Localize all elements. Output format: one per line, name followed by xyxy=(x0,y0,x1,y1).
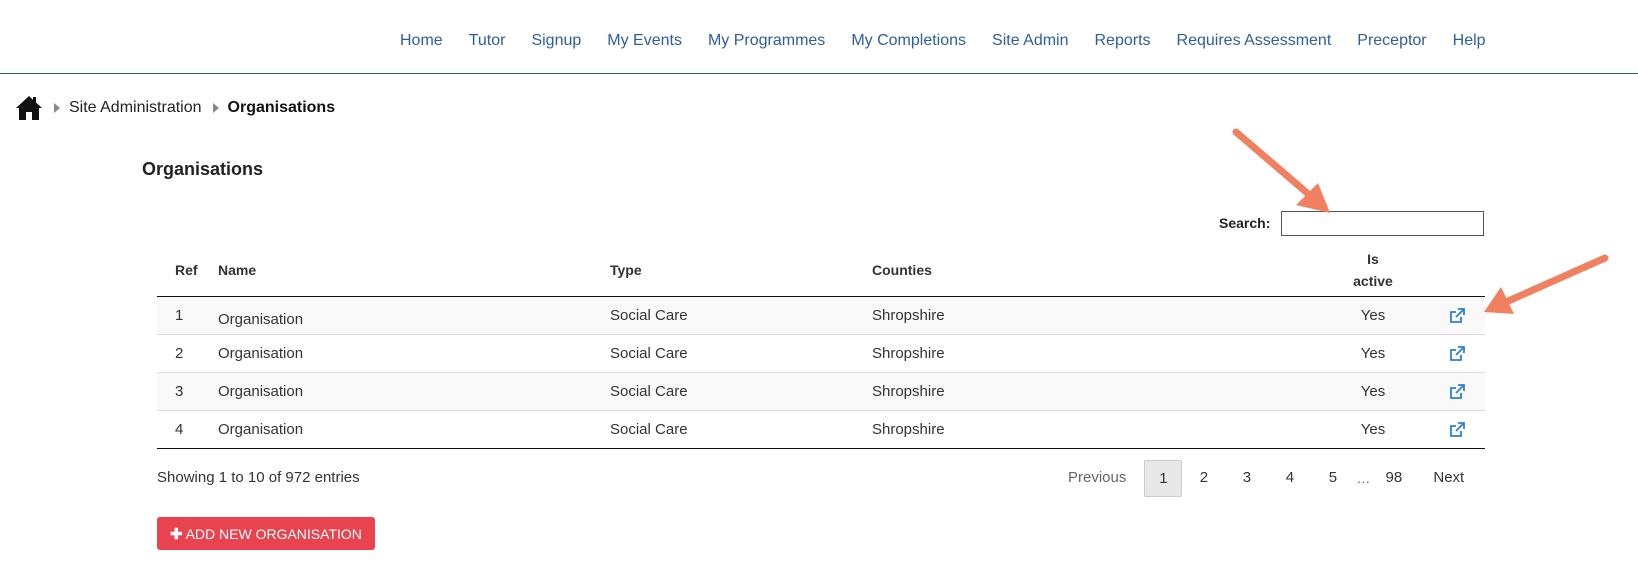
pagination-next[interactable]: Next xyxy=(1425,460,1472,496)
cell-is-active: Yes xyxy=(1317,372,1429,411)
breadcrumb-current: Organisations xyxy=(227,99,336,116)
external-link-icon[interactable] xyxy=(1449,422,1465,438)
breadcrumb-site-administration[interactable]: Site Administration xyxy=(69,99,202,117)
organisations-table: Ref Name Type Counties Is active 1 Organi… xyxy=(157,244,1485,449)
column-header-type[interactable]: Type xyxy=(610,244,872,297)
table-header-row: Ref Name Type Counties Is active xyxy=(157,244,1485,297)
pagination-page[interactable]: 2 xyxy=(1182,460,1225,496)
pagination-previous[interactable]: Previous xyxy=(1060,460,1134,496)
cell-name: Organisation xyxy=(218,334,610,373)
cell-type: Social Care xyxy=(610,334,872,373)
nav-home[interactable]: Home xyxy=(400,31,443,51)
cell-type: Social Care xyxy=(610,410,872,449)
nav-preceptor[interactable]: Preceptor xyxy=(1357,31,1426,51)
nav-list: Home Tutor Signup My Events My Programme… xyxy=(400,31,1486,51)
column-header-actions xyxy=(1429,244,1485,297)
cell-ref: 2 xyxy=(157,334,218,373)
table-row: 1 Organisation Social Care Shropshire Ye… xyxy=(157,296,1485,335)
nav-my-completions[interactable]: My Completions xyxy=(851,31,966,51)
cell-is-active: Yes xyxy=(1317,334,1429,373)
add-button-label: ADD NEW ORGANISATION xyxy=(185,525,362,542)
top-navigation: Home Tutor Signup My Events My Programme… xyxy=(0,0,1638,74)
pagination: Previous 1 2 3 4 5 … 98 Next xyxy=(1060,459,1472,497)
external-link-icon[interactable] xyxy=(1449,308,1465,324)
column-header-is-active[interactable]: Is active xyxy=(1317,244,1429,297)
cell-counties: Shropshire xyxy=(872,296,1317,335)
cell-ref: 1 xyxy=(157,296,218,335)
cell-counties: Shropshire xyxy=(872,410,1317,449)
annotation-arrow-search xyxy=(1232,128,1330,213)
breadcrumb-separator-icon xyxy=(212,103,219,113)
search-input[interactable] xyxy=(1281,211,1484,236)
cell-counties: Shropshire xyxy=(872,372,1317,411)
pagination-page-last[interactable]: 98 xyxy=(1372,460,1415,496)
nav-site-admin[interactable]: Site Admin xyxy=(992,31,1068,51)
nav-help[interactable]: Help xyxy=(1453,31,1486,51)
search-label: Search: xyxy=(1219,215,1271,231)
column-header-name[interactable]: Name xyxy=(218,244,610,297)
pagination-page-current[interactable]: 1 xyxy=(1144,459,1183,497)
plus-icon: ✚ xyxy=(170,525,183,543)
cell-actions xyxy=(1429,334,1485,373)
column-header-is-active-line2: active xyxy=(1353,273,1393,289)
breadcrumb-separator-icon xyxy=(54,103,60,113)
cell-counties: Shropshire xyxy=(872,334,1317,373)
cell-type: Social Care xyxy=(610,296,872,335)
page-title: Organisations xyxy=(142,159,264,179)
external-link-icon[interactable] xyxy=(1449,346,1465,362)
cell-ref: 4 xyxy=(157,410,218,449)
annotation-arrow-external-link xyxy=(1484,254,1609,314)
cell-name: Organisation xyxy=(218,296,610,335)
add-new-organisation-button[interactable]: ✚ ADD NEW ORGANISATION xyxy=(157,517,375,550)
cell-ref: 3 xyxy=(157,372,218,411)
breadcrumb: Site Administration Organisations xyxy=(15,93,335,123)
home-icon[interactable] xyxy=(15,95,43,121)
pagination-page[interactable]: 5 xyxy=(1311,460,1354,496)
cell-actions xyxy=(1429,296,1485,335)
column-header-is-active-line1: Is xyxy=(1367,251,1379,267)
cell-actions xyxy=(1429,372,1485,411)
nav-signup[interactable]: Signup xyxy=(531,31,581,51)
table-info: Showing 1 to 10 of 972 entries xyxy=(157,469,360,486)
nav-tutor[interactable]: Tutor xyxy=(469,31,506,51)
cell-name: Organisation xyxy=(218,410,610,449)
column-header-counties[interactable]: Counties xyxy=(872,244,1317,297)
cell-actions xyxy=(1429,410,1485,449)
nav-my-events[interactable]: My Events xyxy=(607,31,682,51)
cell-type: Social Care xyxy=(610,372,872,411)
nav-requires-assessment[interactable]: Requires Assessment xyxy=(1177,31,1332,51)
nav-reports[interactable]: Reports xyxy=(1095,31,1151,51)
table-row: 2 Organisation Social Care Shropshire Ye… xyxy=(157,334,1485,373)
nav-my-programmes[interactable]: My Programmes xyxy=(708,31,825,51)
cell-name-text: Organisation xyxy=(218,311,304,328)
table-row: 3 Organisation Social Care Shropshire Ye… xyxy=(157,372,1485,411)
column-header-ref[interactable]: Ref xyxy=(157,244,218,297)
pagination-page[interactable]: 3 xyxy=(1225,460,1268,496)
cell-is-active: Yes xyxy=(1317,410,1429,449)
cell-is-active: Yes xyxy=(1317,296,1429,335)
external-link-icon[interactable] xyxy=(1449,384,1465,400)
pagination-page[interactable]: 4 xyxy=(1268,460,1311,496)
pagination-ellipsis: … xyxy=(1356,470,1371,486)
cell-name: Organisation xyxy=(218,372,610,411)
table-row: 4 Organisation Social Care Shropshire Ye… xyxy=(157,410,1485,449)
